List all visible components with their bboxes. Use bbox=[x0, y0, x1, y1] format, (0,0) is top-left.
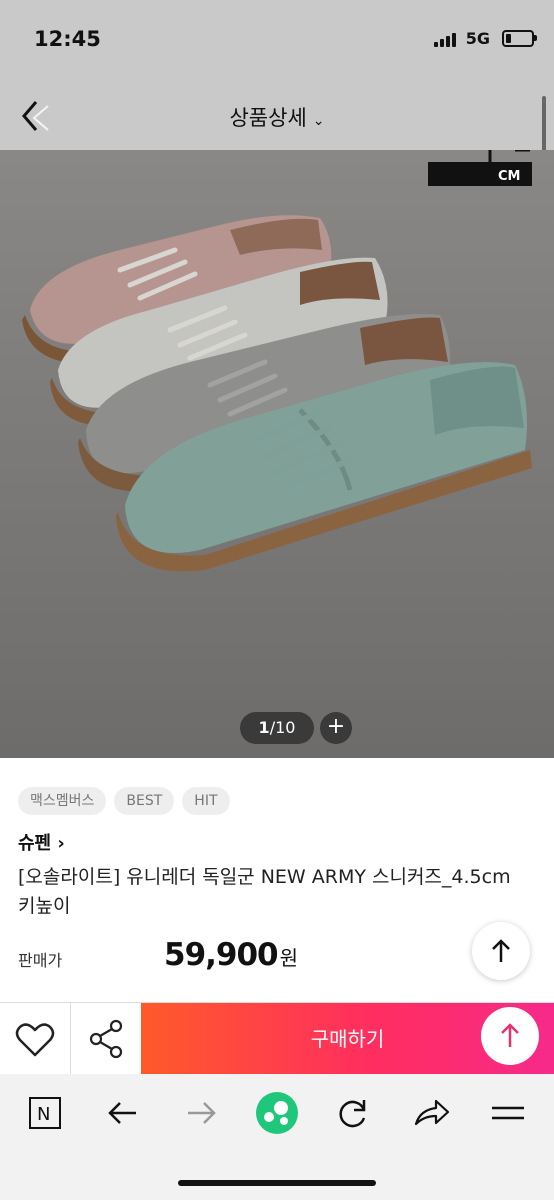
refresh-button[interactable] bbox=[330, 1090, 376, 1136]
price: 59,900 원 bbox=[164, 937, 298, 973]
page-title[interactable]: 상품상세 ⌄ bbox=[0, 102, 554, 132]
share-page-button[interactable] bbox=[408, 1090, 454, 1136]
home-indicator bbox=[178, 1180, 376, 1186]
n-label: N bbox=[37, 1104, 50, 1125]
status-bar: 12:45 5G bbox=[0, 0, 554, 84]
chevron-down-icon: ⌄ bbox=[312, 113, 325, 129]
tag-member[interactable]: 맥스멤버스 bbox=[18, 787, 107, 815]
arrow-up-icon bbox=[492, 939, 510, 962]
size-badge: CM bbox=[498, 169, 520, 184]
top-navigation: 상품상세 ⌄ bbox=[0, 84, 554, 150]
product-name: [오솔라이트] 유니레더 독일군 NEW ARMY 스니커즈_4.5cm키높이 bbox=[18, 866, 511, 917]
share-button[interactable] bbox=[71, 1003, 141, 1075]
tag-best[interactable]: BEST bbox=[114, 787, 175, 815]
n-icon: N bbox=[29, 1097, 61, 1129]
refresh-icon bbox=[339, 1100, 366, 1128]
counter-total: /10 bbox=[269, 718, 296, 737]
arrow-up-icon bbox=[501, 1023, 519, 1047]
tag-list: 맥스멤버스 BEST HIT bbox=[18, 787, 230, 815]
scroll-top-button[interactable] bbox=[472, 922, 530, 980]
wishlist-button[interactable] bbox=[0, 1003, 71, 1075]
price-label: 판매가 bbox=[18, 951, 63, 970]
browser-toolbar: N bbox=[0, 1074, 554, 1200]
price-value: 59,900 bbox=[164, 937, 279, 973]
status-time: 12:45 bbox=[34, 27, 101, 51]
menu-icon bbox=[492, 1106, 524, 1120]
arrow-right-icon bbox=[188, 1102, 216, 1124]
green-app-icon bbox=[256, 1092, 298, 1134]
browser-back-button[interactable] bbox=[100, 1090, 146, 1136]
price-currency: 원 bbox=[279, 946, 299, 970]
tag-hit[interactable]: HIT bbox=[182, 787, 230, 815]
scrollbar[interactable] bbox=[542, 96, 546, 152]
buy-scroll-top-button[interactable] bbox=[481, 1007, 539, 1065]
plus-icon[interactable]: + bbox=[320, 712, 352, 744]
browser-forward-button[interactable] bbox=[178, 1090, 224, 1136]
green-app-button[interactable] bbox=[254, 1090, 300, 1136]
heart-icon bbox=[15, 1023, 55, 1057]
brand-link[interactable]: 슈펜 › bbox=[18, 829, 65, 855]
battery-icon bbox=[502, 30, 537, 47]
network-type: 5G bbox=[465, 29, 490, 48]
page-title-label: 상품상세 bbox=[229, 106, 307, 130]
naver-home-button[interactable]: N bbox=[22, 1090, 68, 1136]
status-indicators: 5G bbox=[433, 29, 537, 48]
sneakers-photo: CM bbox=[0, 150, 554, 758]
counter-current: 1 bbox=[258, 718, 270, 737]
arrow-left-icon bbox=[108, 1102, 136, 1124]
purchase-bar: 구매하기 bbox=[0, 1002, 554, 1075]
share-icon bbox=[89, 1019, 123, 1059]
product-image[interactable]: CM bbox=[0, 150, 554, 758]
signal-icon bbox=[433, 31, 456, 47]
menu-button[interactable] bbox=[486, 1090, 532, 1136]
forward-share-icon bbox=[414, 1099, 450, 1126]
image-counter: 1/10 bbox=[240, 712, 314, 744]
